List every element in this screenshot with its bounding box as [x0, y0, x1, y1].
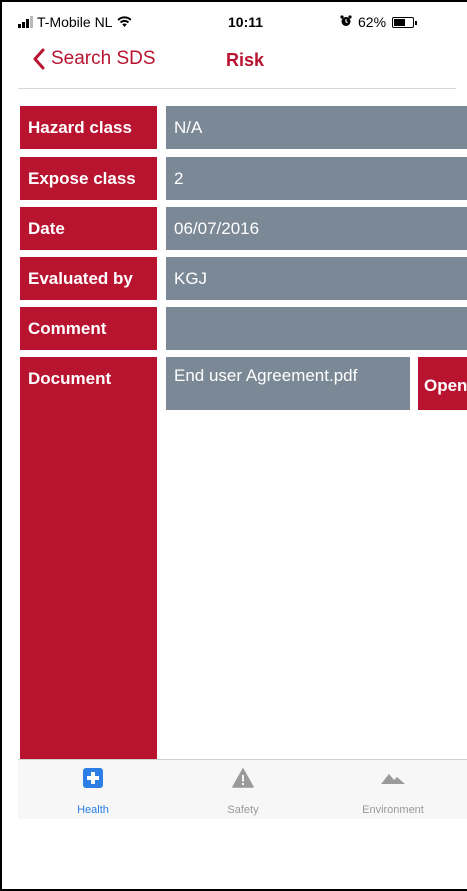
tab-safety-label: Safety — [227, 804, 259, 816]
clock: 10:11 — [228, 14, 264, 30]
frame-top-border — [0, 0, 467, 2]
document-file-name: End user Agreement.pdf — [166, 357, 410, 410]
date-value: 06/07/2016 — [166, 207, 467, 250]
tab-environment-label: Environment — [362, 804, 424, 816]
battery-fill — [394, 18, 406, 26]
tab-bar: Health Safety Environment — [18, 759, 467, 819]
document-label: Document — [20, 357, 157, 759]
evaluated-by-value: KGJ — [166, 257, 467, 300]
row-document: Document End user Agreement.pdf Open — [20, 357, 467, 759]
evaluated-by-label: Evaluated by — [20, 257, 157, 300]
health-cross-icon — [83, 768, 103, 788]
expose-class-value: 2 — [166, 157, 467, 200]
alarm-clock-icon — [340, 14, 352, 30]
signal-strength-icon — [18, 16, 33, 28]
tab-health[interactable]: Health — [18, 760, 168, 820]
date-label: Date — [20, 207, 157, 250]
comment-label: Comment — [20, 307, 157, 350]
status-right: 62% — [340, 14, 418, 30]
hazard-class-label: Hazard class — [20, 106, 157, 149]
navigation-bar: Search SDS Risk — [18, 44, 467, 88]
row-evaluated-by: Evaluated by KGJ — [20, 257, 467, 300]
row-hazard-class: Hazard class N/A — [20, 106, 467, 149]
carrier-name: T-Mobile NL — [37, 14, 113, 30]
tab-safety[interactable]: Safety — [168, 760, 318, 820]
risk-details: Hazard class N/A Expose class 2 Date 06/… — [18, 89, 467, 759]
status-bar: T-Mobile NL 10:11 62% — [18, 10, 467, 34]
battery-icon — [392, 16, 418, 28]
page-title: Risk — [226, 50, 265, 70]
back-button[interactable]: Search SDS — [32, 48, 156, 70]
tab-health-label: Health — [77, 804, 109, 816]
comment-value — [166, 307, 467, 350]
chevron-left-icon — [33, 48, 45, 70]
warning-triangle-icon — [232, 768, 254, 788]
frame-left-border — [0, 0, 2, 891]
wifi-icon — [117, 14, 132, 30]
back-button-label: Search SDS — [51, 48, 156, 69]
row-expose-class: Expose class 2 — [20, 157, 467, 200]
row-comment: Comment — [20, 307, 467, 350]
open-document-button[interactable]: Open — [418, 357, 467, 410]
mountains-icon — [381, 774, 405, 784]
tab-environment[interactable]: Environment — [318, 760, 467, 820]
row-date: Date 06/07/2016 — [20, 207, 467, 250]
battery-percent: 62% — [358, 14, 387, 30]
hazard-class-value: N/A — [166, 106, 467, 149]
expose-class-label: Expose class — [20, 157, 157, 200]
status-left: T-Mobile NL — [18, 14, 132, 30]
